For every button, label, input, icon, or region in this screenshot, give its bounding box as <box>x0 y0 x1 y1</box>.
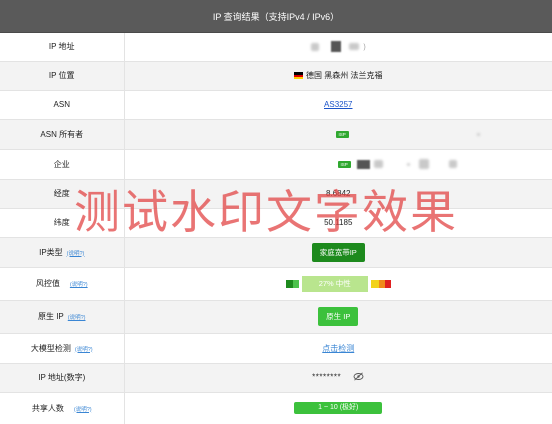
shared-users-label: 共享人数 <box>31 403 64 413</box>
asn-owner-value: ISP <box>124 119 552 150</box>
ip-type-value: 家庭宽带IP <box>124 237 552 268</box>
risk-level-badge: 27% 中性 <box>301 275 368 292</box>
native-ip-label-cell: 原生 IP (说明?) <box>0 300 125 334</box>
latitude-label: 纬度 <box>0 208 125 238</box>
llm-check-label-cell: 大模型检测 (说明?) <box>0 333 125 364</box>
table-row-shared-users: 共享人数 (说明?) 1 ~ 10 (极好) <box>0 392 552 424</box>
redacted-enterprise-tail <box>418 159 429 169</box>
ip-type-label: IP类型 <box>39 247 63 257</box>
redacted-enterprise-blur <box>374 160 384 168</box>
isp-tag: ISP <box>335 130 349 138</box>
risk-seg-red <box>384 279 391 288</box>
table-row-asn: ASN AS3257 <box>0 90 552 120</box>
asn-label: ASN <box>0 90 125 120</box>
results-header: IP 查询结果（支持IPv4 / IPv6） <box>0 0 552 33</box>
ip-numeric-masked: ******** <box>312 372 342 382</box>
risk-seg-green <box>292 279 299 288</box>
ip-numeric-value: ******** <box>124 363 552 393</box>
ip-location-value: 德国 黑森州 法兰克福 <box>124 61 552 91</box>
table-row-ip-type: IP类型 (说明?) 家庭宽带IP <box>0 237 552 268</box>
llm-check-link[interactable]: 点击检测 <box>322 344 354 353</box>
table-row-latitude: 纬度 50.1185 <box>0 208 552 238</box>
redacted-ip-tail <box>349 43 360 51</box>
native-ip-value: 原生 IP <box>124 300 552 334</box>
redacted-owner-blur <box>477 132 480 136</box>
enterprise-label: 企业 <box>0 149 125 180</box>
shared-users-label-cell: 共享人数 (说明?) <box>0 392 125 424</box>
ip-type-help-link[interactable]: (说明?) <box>67 251 85 257</box>
risk-seg-yellow <box>370 279 379 288</box>
asn-owner-label: ASN 所有者 <box>0 119 125 150</box>
ip-address-value: ) <box>124 33 552 62</box>
redacted-enterprise-end <box>448 160 457 168</box>
ip-results-table: IP 地址 ) IP 位置 德国 黑森州 法兰克福 ASN AS3257 ASN… <box>0 33 552 424</box>
germany-flag-icon <box>294 72 304 80</box>
table-row-risk: 风控值 (说明?) 27% 中性 <box>0 267 552 301</box>
latitude-value: 50.1185 <box>124 208 552 238</box>
redacted-enterprise-block <box>357 159 370 169</box>
table-row-native-ip: 原生 IP (说明?) 原生 IP <box>0 300 552 334</box>
table-row-ip-numeric: IP 地址(数字) ******** <box>0 363 552 393</box>
redacted-ip-blur <box>310 42 319 51</box>
asn-link[interactable]: AS3257 <box>324 100 352 109</box>
asn-value: AS3257 <box>124 90 552 120</box>
shared-users-badge: 1 ~ 10 (极好) <box>294 402 383 414</box>
results-title: IP 查询结果（支持IPv4 / IPv6） <box>212 11 340 22</box>
table-row-enterprise: 企业 ISP <box>0 149 552 180</box>
risk-seg-dark-green <box>285 279 293 288</box>
table-row-ip-address: IP 地址 ) <box>0 33 552 62</box>
eye-slash-icon[interactable] <box>353 372 364 383</box>
risk-help-link[interactable]: (说明?) <box>70 282 88 288</box>
llm-check-label: 大模型检测 <box>30 343 71 353</box>
table-row-ip-location: IP 位置 德国 黑森州 法兰克福 <box>0 61 552 91</box>
redacted-enterprise-dot <box>407 162 411 166</box>
table-row-asn-owner: ASN 所有者 ISP <box>0 119 552 150</box>
llm-check-value: 点击检测 <box>124 333 552 364</box>
native-ip-label: 原生 IP <box>37 312 64 321</box>
ip-numeric-label: IP 地址(数字) <box>0 363 125 393</box>
llm-check-help-link[interactable]: (说明?) <box>75 347 93 353</box>
redacted-ip-block <box>330 41 341 53</box>
table-row-longitude: 经度 8.6842 <box>0 179 552 209</box>
ip-location-label: IP 位置 <box>0 61 125 91</box>
risk-value: 27% 中性 <box>124 267 552 301</box>
ip-address-label: IP 地址 <box>0 33 125 62</box>
risk-meter: 27% 中性 <box>285 275 391 292</box>
ip-type-badge: 家庭宽带IP <box>311 242 365 262</box>
shared-users-value: 1 ~ 10 (极好) <box>124 392 552 424</box>
isp-tag-enterprise: ISP <box>337 160 351 168</box>
enterprise-value: ISP <box>124 149 552 180</box>
shared-users-help-link[interactable]: (说明?) <box>74 407 92 413</box>
native-ip-help-link[interactable]: (说明?) <box>68 315 86 321</box>
ip-location-text: 德国 黑森州 法兰克福 <box>306 71 383 80</box>
longitude-label: 经度 <box>0 179 125 209</box>
table-row-llm-check: 大模型检测 (说明?) 点击检测 <box>0 333 552 364</box>
ip-signal-icon: ) <box>363 43 366 51</box>
ip-type-label-cell: IP类型 (说明?) <box>0 237 125 268</box>
longitude-value: 8.6842 <box>124 179 552 209</box>
risk-label: 风控值 <box>35 279 60 288</box>
risk-label-cell: 风控值 (说明?) <box>0 267 125 301</box>
native-ip-badge: 原生 IP <box>318 307 359 326</box>
